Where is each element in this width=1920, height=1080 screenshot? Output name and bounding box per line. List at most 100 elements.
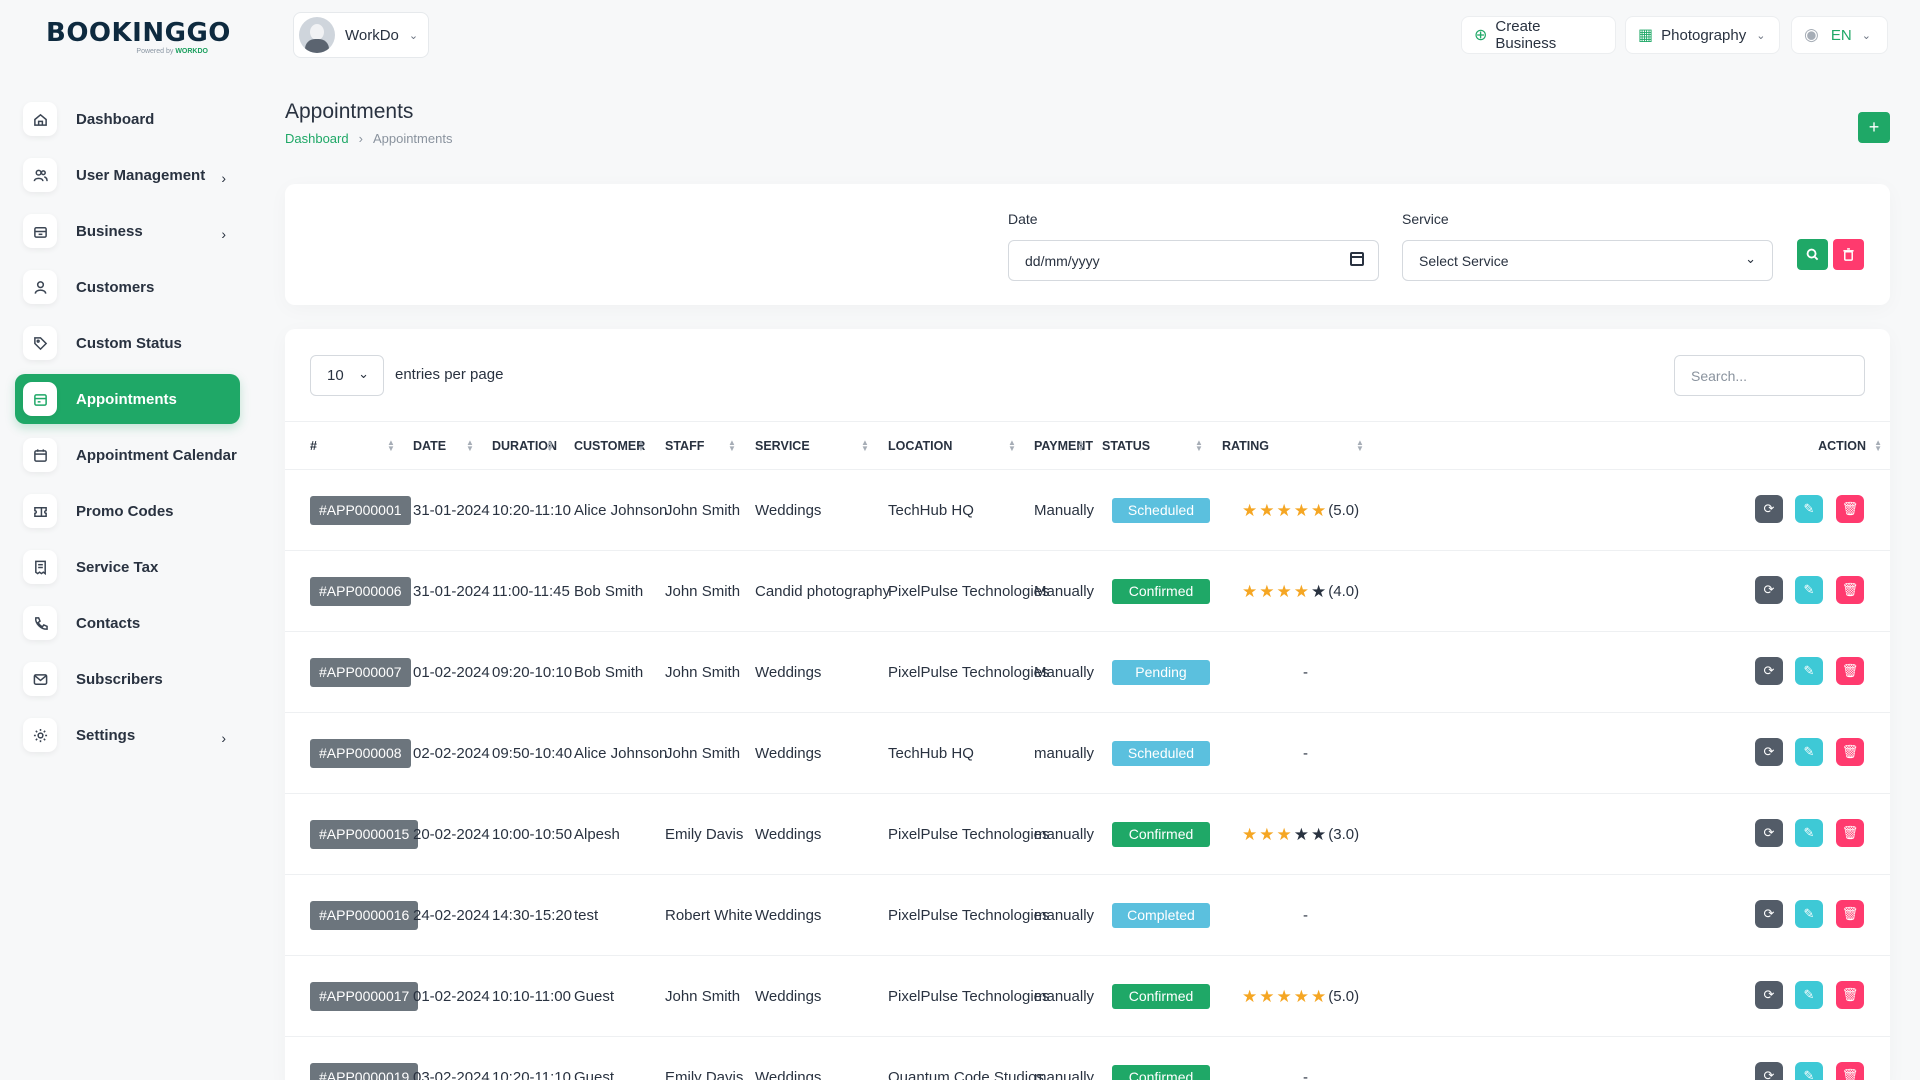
delete-button[interactable]: 🗑 bbox=[1836, 981, 1864, 1009]
create-business-button[interactable]: ⊕ Create Business bbox=[1461, 16, 1616, 54]
appointment-id-badge[interactable]: #APP000001 bbox=[310, 495, 411, 525]
delete-button[interactable]: 🗑 bbox=[1836, 900, 1864, 928]
column-header-status[interactable]: STATUS bbox=[1102, 422, 1150, 469]
sidebar-item-custom-status[interactable]: Custom Status bbox=[15, 318, 240, 368]
delete-button[interactable]: 🗑 bbox=[1836, 657, 1864, 685]
appointment-id-badge[interactable]: #APP0000017 bbox=[310, 981, 419, 1011]
sidebar-item-business[interactable]: Business › bbox=[15, 206, 240, 256]
sync-status-button[interactable]: ⟳ bbox=[1755, 981, 1783, 1009]
date-input[interactable]: dd/mm/yyyy bbox=[1008, 240, 1379, 281]
appointment-id-badge[interactable]: #APP000007 bbox=[310, 657, 411, 687]
cell-rating: - bbox=[1303, 744, 1308, 762]
sort-icon[interactable]: ▲ ▼ bbox=[1195, 422, 1203, 469]
breadcrumb-home[interactable]: Dashboard bbox=[285, 131, 349, 146]
sidebar-item-customers[interactable]: Customers bbox=[15, 262, 240, 312]
sort-icon[interactable]: ▲ ▼ bbox=[1077, 422, 1085, 469]
table-search-input[interactable]: Search... bbox=[1674, 355, 1865, 396]
sync-status-button[interactable]: ⟳ bbox=[1755, 900, 1783, 928]
language-select[interactable]: ◉ EN ⌄ bbox=[1791, 16, 1888, 54]
delete-button[interactable]: 🗑 bbox=[1836, 738, 1864, 766]
cell-id: #APP000006 bbox=[310, 551, 411, 631]
sort-icon[interactable]: ▲ ▼ bbox=[861, 422, 869, 469]
column-header-location[interactable]: LOCATION bbox=[888, 422, 952, 469]
star-icon: ★ bbox=[1276, 500, 1292, 520]
cell-rating: - bbox=[1303, 1068, 1308, 1080]
appointment-id-badge[interactable]: #APP0000015 bbox=[310, 819, 419, 849]
sort-icon[interactable]: ▲ ▼ bbox=[387, 422, 395, 469]
sync-status-button[interactable]: ⟳ bbox=[1755, 1062, 1783, 1080]
edit-button[interactable]: ✎ bbox=[1795, 657, 1823, 685]
sort-icon[interactable]: ▲ ▼ bbox=[1356, 422, 1364, 469]
table-row: #APP000007 01-02-2024 09:20-10:10 Bob Smith… bbox=[285, 632, 1890, 713]
cell-payment: manually bbox=[1034, 1068, 1095, 1080]
appointment-id-badge[interactable]: #APP0000016 bbox=[310, 900, 419, 930]
users-icon bbox=[23, 158, 57, 192]
status-badge: Pending bbox=[1112, 659, 1210, 685]
sidebar-item-appointment-calendar[interactable]: Appointment Calendar bbox=[15, 430, 240, 480]
delete-button[interactable]: 🗑 bbox=[1836, 819, 1864, 847]
edit-button[interactable]: ✎ bbox=[1795, 576, 1823, 604]
status-badge: Scheduled bbox=[1112, 740, 1210, 766]
filter-clear-button[interactable] bbox=[1833, 239, 1864, 270]
sort-icon[interactable]: ▲ ▼ bbox=[637, 422, 645, 469]
delete-button[interactable]: 🗑 bbox=[1836, 495, 1864, 523]
sort-icon[interactable]: ▲ ▼ bbox=[1874, 422, 1882, 469]
star-icon: ★ bbox=[1293, 581, 1309, 601]
cell-id: #APP0000016 bbox=[310, 875, 419, 955]
column-header-rating[interactable]: RATING bbox=[1222, 422, 1269, 469]
sidebar-item-appointments[interactable]: Appointments bbox=[15, 374, 240, 424]
edit-button[interactable]: ✎ bbox=[1795, 981, 1823, 1009]
appointment-id-badge[interactable]: #APP0000019 bbox=[310, 1062, 419, 1080]
add-appointment-button[interactable]: + bbox=[1858, 112, 1890, 143]
cell-location: TechHub HQ bbox=[888, 744, 974, 762]
edit-icon: ✎ bbox=[1803, 825, 1815, 840]
sync-status-button[interactable]: ⟳ bbox=[1755, 657, 1783, 685]
sidebar-item-subscribers[interactable]: Subscribers bbox=[15, 654, 240, 704]
edit-button[interactable]: ✎ bbox=[1795, 738, 1823, 766]
column-header-id[interactable]: # bbox=[310, 422, 317, 469]
mail-icon bbox=[23, 662, 57, 696]
appointment-id-badge[interactable]: #APP000006 bbox=[310, 576, 411, 606]
sidebar-item-promo-codes[interactable]: Promo Codes bbox=[15, 486, 240, 536]
brand-logo[interactable]: BOOKINGGO Powered by WORKDO bbox=[46, 18, 230, 62]
filter-search-button[interactable] bbox=[1797, 239, 1828, 270]
column-header-service[interactable]: SERVICE bbox=[755, 422, 810, 469]
sync-status-button[interactable]: ⟳ bbox=[1755, 819, 1783, 847]
sidebar-item-service-tax[interactable]: Service Tax bbox=[15, 542, 240, 592]
calendar-card-icon bbox=[23, 382, 57, 416]
edit-button[interactable]: ✎ bbox=[1795, 819, 1823, 847]
sync-status-button[interactable]: ⟳ bbox=[1755, 576, 1783, 604]
column-header-date[interactable]: DATE bbox=[413, 422, 446, 469]
column-header-customer[interactable]: CUSTOMER bbox=[574, 422, 645, 469]
sort-icon[interactable]: ▲ ▼ bbox=[728, 422, 736, 469]
delete-button[interactable]: 🗑 bbox=[1836, 576, 1864, 604]
sidebar-item-user-management[interactable]: User Management › bbox=[15, 150, 240, 200]
star-icon: ★ bbox=[1311, 581, 1327, 601]
sidebar-item-contacts[interactable]: Contacts bbox=[15, 598, 240, 648]
column-header-label: CUSTOMER bbox=[574, 438, 646, 453]
trash-icon: 🗑 bbox=[1841, 582, 1859, 597]
column-header-staff[interactable]: STAFF bbox=[665, 422, 704, 469]
sidebar-item-dashboard[interactable]: Dashboard bbox=[15, 94, 240, 144]
sync-status-button[interactable]: ⟳ bbox=[1755, 495, 1783, 523]
sync-status-button[interactable]: ⟳ bbox=[1755, 738, 1783, 766]
entries-per-page-select[interactable]: 10 ⌄ bbox=[310, 355, 384, 396]
sort-icon[interactable]: ▲ ▼ bbox=[466, 422, 474, 469]
sidebar-item-label: Settings bbox=[76, 726, 136, 744]
edit-icon: ✎ bbox=[1803, 744, 1815, 759]
edit-button[interactable]: ✎ bbox=[1795, 1062, 1823, 1080]
sidebar-item-settings[interactable]: Settings › bbox=[15, 710, 240, 760]
business-select[interactable]: ▦ Photography ⌄ bbox=[1625, 16, 1780, 54]
sort-icon[interactable]: ▲ ▼ bbox=[546, 422, 554, 469]
service-select[interactable]: Select Service ⌄ bbox=[1402, 240, 1773, 281]
appointment-id-badge[interactable]: #APP000008 bbox=[310, 738, 411, 768]
column-header-action[interactable]: ACTION bbox=[1818, 422, 1866, 469]
edit-button[interactable]: ✎ bbox=[1795, 900, 1823, 928]
edit-icon: ✎ bbox=[1803, 987, 1815, 1002]
delete-button[interactable]: 🗑 bbox=[1836, 1062, 1864, 1080]
calendar-icon[interactable] bbox=[1350, 252, 1364, 266]
cell-staff: Robert White bbox=[665, 906, 753, 924]
sort-icon[interactable]: ▲ ▼ bbox=[1008, 422, 1016, 469]
edit-button[interactable]: ✎ bbox=[1795, 495, 1823, 523]
user-menu[interactable]: WorkDo ⌄ bbox=[293, 12, 429, 58]
